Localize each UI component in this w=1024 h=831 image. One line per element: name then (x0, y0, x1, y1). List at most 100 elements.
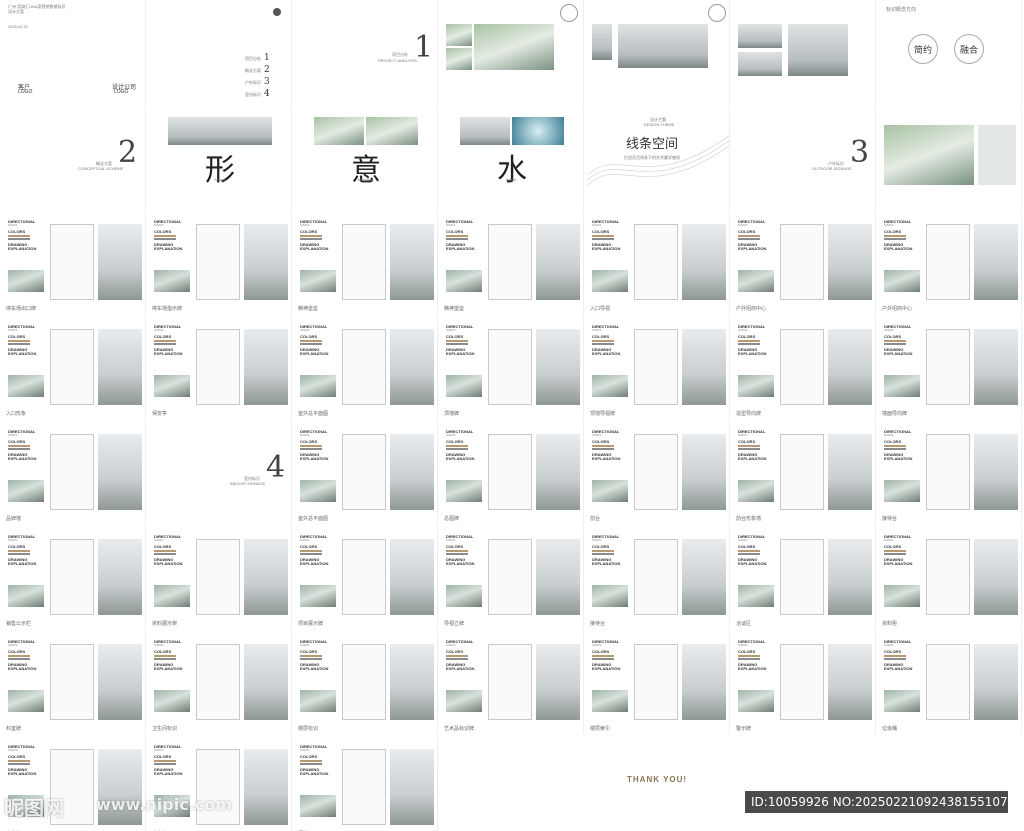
elevation-drawing (50, 224, 94, 300)
elevation-drawing (50, 434, 94, 510)
sign-render (390, 644, 434, 720)
label-explanation: EXPLANATION (884, 351, 913, 356)
label-colors: COLORS (300, 334, 318, 339)
color-swatch (738, 340, 760, 342)
watermark-logo: 昵图网 (4, 796, 64, 820)
color-swatch (154, 763, 176, 765)
sign-render (682, 644, 726, 720)
sign-detail-page: DIRECTIONAL SIGNS COLORS DRAWING EXPLANATION… (4, 525, 146, 629)
color-swatch (154, 658, 176, 660)
sign-detail-page: DIRECTIONAL SIGNS COLORS DRAWING EXPLANATION… (588, 420, 730, 524)
elevation-drawing (196, 224, 240, 300)
color-swatch (300, 655, 322, 657)
project-photo-page (734, 0, 876, 104)
site-photo (788, 24, 848, 76)
label-signs: SIGNS (592, 433, 602, 437)
elevation-drawing (488, 434, 532, 510)
location-thumbnail (300, 795, 336, 817)
label-explanation: EXPLANATION (300, 456, 329, 461)
concept-shape-page: 形 Shape (150, 105, 292, 209)
color-swatch (8, 445, 30, 447)
sign-render (98, 329, 142, 405)
sign-detail-page: DIRECTIONAL SIGNS COLORS DRAWING EXPLANATION… (296, 210, 438, 314)
color-swatch (884, 448, 906, 450)
elevation-drawing (342, 644, 386, 720)
sign-render (974, 224, 1018, 300)
sign-caption: 品牌墙 (6, 516, 22, 522)
location-thumbnail (446, 585, 482, 607)
location-thumbnail (446, 270, 482, 292)
label-colors: COLORS (884, 229, 902, 234)
sign-caption: 停车场出口牌 (6, 306, 37, 312)
label-signs: SIGNS (300, 538, 310, 542)
toc-item[interactable]: 项目分析 1 (245, 52, 270, 64)
label-colors: COLORS (300, 439, 318, 444)
color-swatch (300, 763, 322, 765)
watermark-url: www.nipic.com (96, 795, 232, 814)
label-explanation: EXPLANATION (300, 666, 329, 671)
sign-detail-page: DIRECTIONAL SIGNS COLORS DRAWING EXPLANATION… (442, 315, 584, 419)
label-colors: COLORS (446, 649, 464, 654)
sign-caption: 资料柜 (882, 621, 898, 627)
sign-render (828, 434, 872, 510)
label-explanation: EXPLANATION (8, 561, 37, 566)
sign-caption: 户外招商中心 (882, 306, 913, 312)
color-swatch (446, 340, 468, 342)
toc-item[interactable]: 户外标识 3 (245, 76, 270, 88)
sign-detail-page: DIRECTIONAL SIGNS COLORS DRAWING EXPLANATION… (296, 525, 438, 629)
toc-item[interactable]: 室内标识 4 (245, 88, 270, 100)
location-thumbnail (738, 375, 774, 397)
sign-detail-page: DIRECTIONAL SIGNS COLORS DRAWING EXPLANATION… (296, 420, 438, 524)
section3-page: 3 户外标识 OUTDOOR SIGNAGE (734, 105, 876, 209)
color-swatch (154, 238, 176, 240)
label-colors: COLORS (8, 649, 26, 654)
project-title: 广州·莞商汇DBA案营销售楼标识设计方案 (8, 4, 66, 14)
label-explanation: EXPLANATION (738, 246, 767, 251)
site-photo (618, 24, 708, 68)
label-signs: SIGNS (446, 328, 456, 332)
location-thumbnail (884, 270, 920, 292)
sign-detail-page: DIRECTIONAL SIGNS COLORS DRAWING EXPLANATION… (150, 630, 292, 734)
elevation-drawing (780, 224, 824, 300)
label-colors: COLORS (884, 649, 902, 654)
label-explanation: EXPLANATION (884, 561, 913, 566)
sign-render (244, 224, 288, 300)
label-colors: COLORS (592, 544, 610, 549)
color-swatch (446, 238, 468, 240)
location-thumbnail (592, 375, 628, 397)
location-thumbnail (592, 270, 628, 292)
color-swatch (300, 343, 322, 345)
location-thumbnail (738, 585, 774, 607)
section1-en: PROJECT ANALYSIS (378, 58, 417, 63)
sign-caption: 前台 (590, 516, 601, 522)
label-explanation: EXPLANATION (738, 666, 767, 671)
location-thumbnail (154, 585, 190, 607)
elevation-drawing (196, 329, 240, 405)
sign-caption: 前台形象墙 (736, 516, 762, 522)
site-photo (592, 24, 612, 60)
label-colors: COLORS (154, 544, 172, 549)
sign-caption: 洽谈区 (736, 621, 752, 627)
color-swatch (446, 553, 468, 555)
label-colors: COLORS (738, 439, 756, 444)
label-signs: SIGNS (738, 328, 748, 332)
label-signs: SIGNS (884, 433, 894, 437)
label-signs: SIGNS (8, 643, 18, 647)
color-swatch (446, 655, 468, 657)
concept-photo (460, 117, 510, 145)
sign-detail-page: DIRECTIONAL SIGNS COLORS DRAWING EXPLANATION… (4, 420, 146, 524)
sign-render (536, 644, 580, 720)
label-signs: SIGNS (884, 328, 894, 332)
color-swatch (738, 658, 760, 660)
site-photo (738, 24, 782, 48)
color-swatch (8, 655, 30, 657)
label-signs: SIGNS (300, 748, 310, 752)
color-swatch (592, 445, 614, 447)
label-signs: SIGNS (300, 433, 310, 437)
color-swatch (154, 655, 176, 657)
toc-item[interactable]: 概念方案 2 (245, 64, 270, 76)
sign-caption: 项目展示牌 (298, 621, 324, 627)
color-swatch (300, 550, 322, 552)
section3-number: 3 (850, 135, 870, 170)
label-signs: SIGNS (154, 538, 164, 542)
